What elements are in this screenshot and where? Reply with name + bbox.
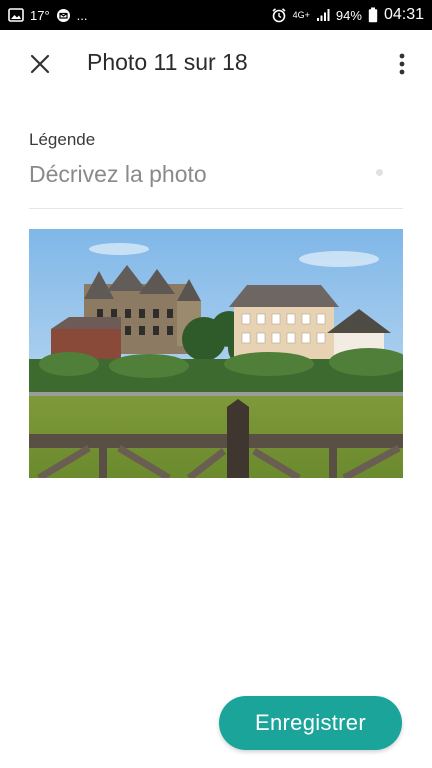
battery-icon	[368, 7, 378, 23]
more-vertical-icon	[399, 53, 405, 80]
alarm-icon	[271, 7, 287, 23]
message-icon	[56, 8, 71, 23]
page-title: Photo 11 sur 18	[87, 49, 248, 75]
caption-label: Légende	[29, 130, 96, 149]
signal-icon	[316, 8, 330, 22]
close-icon	[30, 54, 50, 79]
weather-temperature: 17°	[30, 7, 50, 23]
app-bar: Photo 11 sur 18	[0, 30, 432, 96]
more-notifications: ...	[76, 7, 88, 23]
status-bar: 17° ... 4G+ 94% 04:31	[0, 0, 432, 30]
network-type: 4G+	[292, 9, 310, 20]
caption-underline	[29, 208, 403, 209]
more-options-button[interactable]	[390, 48, 414, 84]
caption-input[interactable]	[29, 154, 403, 194]
battery-percent: 94%	[335, 7, 362, 23]
photo-preview	[29, 229, 403, 478]
save-button[interactable]: Enregistrer	[219, 696, 402, 750]
gallery-icon	[8, 8, 24, 22]
input-indicator-dot	[376, 169, 383, 176]
close-button[interactable]	[22, 48, 58, 84]
clock: 04:31	[383, 6, 424, 23]
